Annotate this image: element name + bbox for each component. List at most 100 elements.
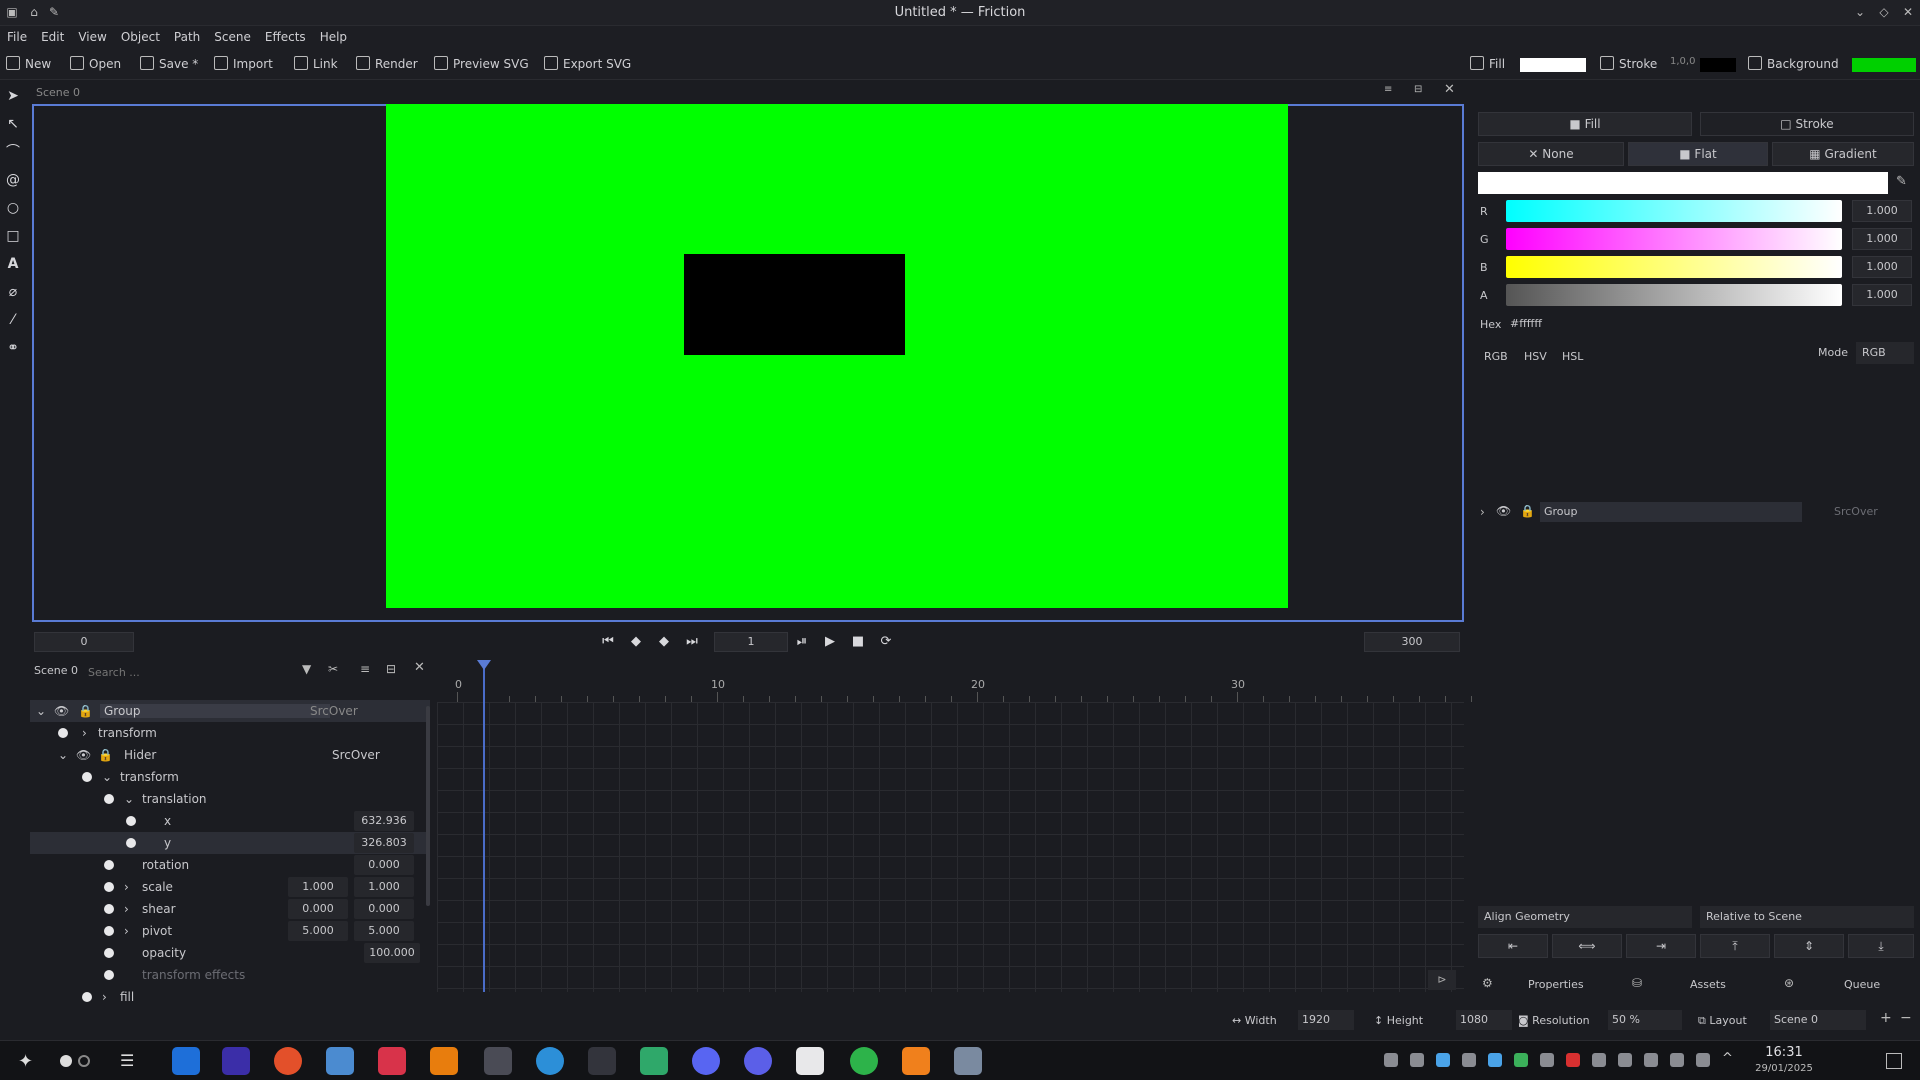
viewport-menu-icon[interactable]: ≡ [1384, 84, 1396, 96]
visibility-dot[interactable] [82, 772, 92, 782]
rectangle-tool-icon[interactable]: □ [0, 222, 26, 250]
tray-icon[interactable] [1488, 1053, 1502, 1067]
gear-icon[interactable]: ⚙ [1482, 976, 1493, 990]
chevron-down-icon[interactable]: ⌄ [102, 770, 112, 784]
chevron-down-icon[interactable]: ⌄ [124, 792, 134, 806]
tree-row-scale[interactable]: › scale 1.000 1.000 [30, 876, 430, 898]
viewport-split-icon[interactable]: ⊟ [1414, 84, 1426, 96]
text-tool-icon[interactable]: A [0, 250, 26, 278]
chevron-right-icon[interactable]: › [124, 902, 129, 916]
preview-svg-button[interactable]: Preview SVG [434, 56, 529, 74]
blender-app-icon[interactable] [430, 1047, 458, 1075]
visibility-dot[interactable] [104, 794, 114, 804]
eye-icon[interactable]: 👁 [54, 704, 69, 718]
tree-row-transform[interactable]: › transform [30, 722, 430, 744]
g-value-field[interactable]: 1.000 [1852, 228, 1912, 250]
task-manager-icon[interactable]: ☰ [120, 1051, 134, 1070]
assets-icon[interactable]: ⛁ [1632, 976, 1642, 990]
panel-menu-icon[interactable]: ≡ [360, 662, 370, 676]
tree-row-shear[interactable]: › shear 0.000 0.000 [30, 898, 430, 920]
tree-scrollbar[interactable] [426, 706, 430, 906]
package-app-icon[interactable] [902, 1047, 930, 1075]
align-bottom-icon[interactable]: ⤓ [1848, 934, 1914, 958]
x-value-field[interactable]: 632.936 [354, 811, 414, 831]
tray-icon[interactable] [1384, 1053, 1398, 1067]
tab-fill[interactable]: ■ Fill [1478, 112, 1692, 136]
add-layout-icon[interactable]: + [1880, 1010, 1892, 1026]
queue-icon[interactable]: ⊛ [1784, 976, 1794, 990]
chevron-right-icon[interactable]: › [1480, 505, 1485, 519]
pivot-y-field[interactable]: 5.000 [354, 921, 414, 941]
tree-row-opacity[interactable]: opacity 100.000 [30, 942, 430, 964]
chevron-down-icon[interactable]: ⌄ [58, 748, 68, 762]
tray-icon[interactable] [1436, 1053, 1450, 1067]
menu-file[interactable]: File [0, 26, 34, 48]
chevron-down-icon[interactable]: ⌄ [36, 704, 46, 718]
timeline-ruler[interactable]: 0 10 20 30 [437, 672, 1472, 702]
brightness-icon[interactable] [1644, 1053, 1658, 1067]
render-button[interactable]: Render [356, 56, 418, 74]
settings-app-icon[interactable] [484, 1047, 512, 1075]
keyframe-dot[interactable] [104, 860, 114, 870]
hex-value-field[interactable]: #ffffff [1510, 317, 1542, 330]
filter-icon[interactable]: ▼ [302, 662, 311, 676]
loop-icon[interactable]: ⟳ [876, 632, 896, 652]
tree-row-group[interactable]: ⌄ 👁 🔒 Group SrcOver [30, 700, 430, 722]
tree-row-x[interactable]: x 632.936 [30, 810, 430, 832]
volume-icon[interactable] [1696, 1053, 1710, 1067]
clock-time[interactable]: 16:31 [1754, 1045, 1814, 1060]
mode-gradient-button[interactable]: ▦ Gradient [1772, 142, 1914, 166]
tray-icon[interactable] [1462, 1053, 1476, 1067]
group-name[interactable]: Group [100, 704, 330, 718]
new-button[interactable]: New [6, 56, 51, 74]
align-top-icon[interactable]: ⤒ [1700, 934, 1770, 958]
visibility-dot[interactable] [58, 728, 68, 738]
align-geometry-select[interactable]: Align Geometry [1478, 906, 1692, 928]
terminal-app-icon[interactable] [588, 1047, 616, 1075]
bezier-tool-icon[interactable]: ⌒ [0, 138, 26, 166]
lock-icon[interactable]: 🔒 [1520, 504, 1535, 518]
paint-tool-icon[interactable]: ⌀ [0, 278, 26, 306]
panel-close-icon[interactable]: ✕ [414, 660, 425, 675]
tree-row-fill[interactable]: › fill [30, 986, 430, 1008]
minimize-icon[interactable]: ⌄ [1852, 4, 1868, 20]
menu-effects[interactable]: Effects [258, 26, 313, 48]
tray-icon[interactable] [1540, 1053, 1554, 1067]
tray-icon[interactable] [1514, 1053, 1528, 1067]
scene-canvas[interactable] [386, 104, 1288, 608]
link-tool-icon[interactable]: ⚭ [0, 334, 26, 362]
color-preview[interactable] [1478, 172, 1888, 194]
menu-scene[interactable]: Scene [207, 26, 258, 48]
a-slider[interactable] [1506, 284, 1842, 306]
maximize-icon[interactable]: ◇ [1876, 4, 1892, 20]
stroke-indicator[interactable]: Stroke [1600, 56, 1657, 74]
eye-icon[interactable]: 👁 [1496, 504, 1511, 518]
menu-view[interactable]: View [71, 26, 113, 48]
scale-y-field[interactable]: 1.000 [354, 877, 414, 897]
r-value-field[interactable]: 1.000 [1852, 200, 1912, 222]
save-button[interactable]: Save * [140, 56, 198, 74]
tree-row-pivot[interactable]: › pivot 5.000 5.000 [30, 920, 430, 942]
eyedropper-tool-icon[interactable]: ⁄ [0, 306, 26, 334]
network-icon[interactable] [1670, 1053, 1684, 1067]
viewport-close-icon[interactable]: ✕ [1444, 82, 1456, 97]
tab-stroke[interactable]: □ Stroke [1700, 112, 1914, 136]
tree-row-rotation[interactable]: rotation 0.000 [30, 854, 430, 876]
window-app-icon[interactable] [326, 1047, 354, 1075]
r-slider[interactable] [1506, 200, 1842, 222]
timeline-zoom-icon[interactable]: ⊳ [1428, 970, 1456, 990]
eyedropper-icon[interactable]: ✎ [1896, 174, 1907, 189]
opacity-value-field[interactable]: 100.000 [364, 943, 420, 963]
friction-app-icon[interactable] [222, 1047, 250, 1075]
object-list-blend[interactable]: SrcOver [1834, 505, 1878, 518]
tree-row-layer[interactable]: ⌄ 👁 🔒 Hider SrcOver [30, 744, 430, 766]
y-value-field[interactable]: 326.803 [354, 833, 414, 853]
show-desktop-icon[interactable] [1886, 1053, 1902, 1069]
tab-assets[interactable]: Assets [1690, 978, 1726, 991]
align-right-icon[interactable]: ⇥ [1626, 934, 1696, 958]
chevron-right-icon[interactable]: › [102, 990, 107, 1004]
firefox-app-icon[interactable] [274, 1047, 302, 1075]
scale-x-field[interactable]: 1.000 [288, 877, 348, 897]
document-app-icon[interactable] [796, 1047, 824, 1075]
stroke-swatch[interactable] [1700, 58, 1736, 72]
